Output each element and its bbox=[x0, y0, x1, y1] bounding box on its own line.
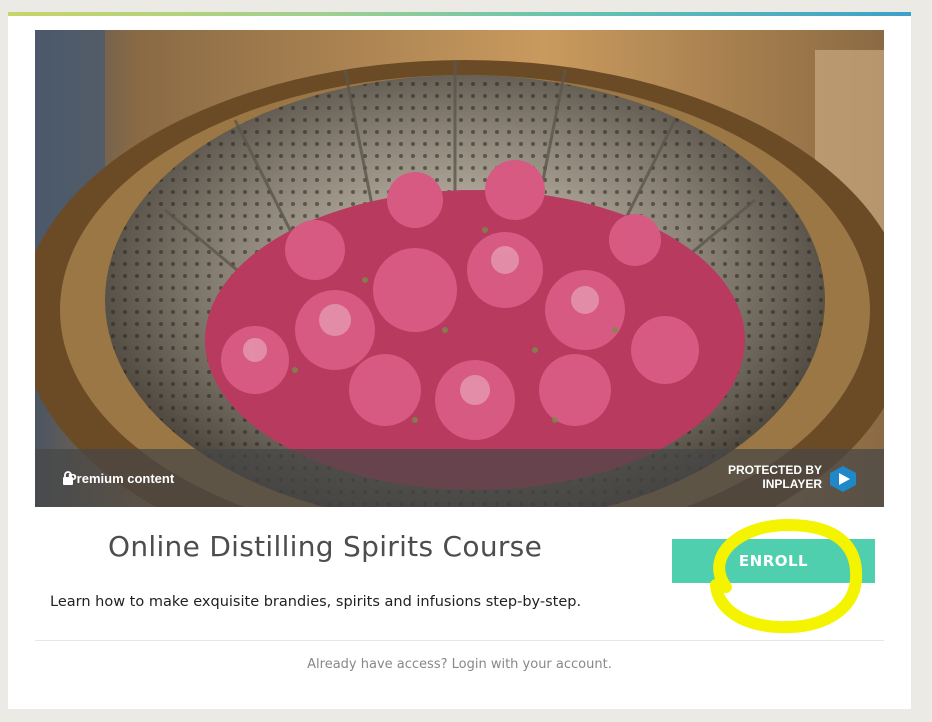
gradient-top-bar bbox=[8, 12, 911, 16]
premium-content-label: Premium content bbox=[62, 471, 174, 486]
course-description: Learn how to make exquisite brandies, sp… bbox=[50, 594, 582, 610]
course-hero-image[interactable]: Premium content PROTECTED BY INPLAYER bbox=[35, 30, 884, 507]
paywall-card: Premium content PROTECTED BY INPLAYER On… bbox=[8, 12, 911, 709]
content-overlay-bar: Premium content PROTECTED BY INPLAYER bbox=[35, 449, 884, 507]
enroll-button[interactable]: ENROLL bbox=[672, 539, 875, 583]
course-title: Online Distilling Spirits Course bbox=[108, 530, 543, 563]
protected-by-line: PROTECTED BY bbox=[727, 463, 822, 477]
divider bbox=[35, 640, 884, 641]
premium-content-text: Premium content bbox=[68, 471, 175, 486]
protected-by-inplayer: PROTECTED BY INPLAYER bbox=[728, 463, 822, 491]
inplayer-brand-line: INPLAYER bbox=[762, 477, 822, 491]
raspberries-in-steamer-photo bbox=[35, 30, 884, 507]
inplayer-logo-icon[interactable] bbox=[828, 465, 858, 493]
login-link[interactable]: Already have access? Login with your acc… bbox=[8, 657, 911, 672]
